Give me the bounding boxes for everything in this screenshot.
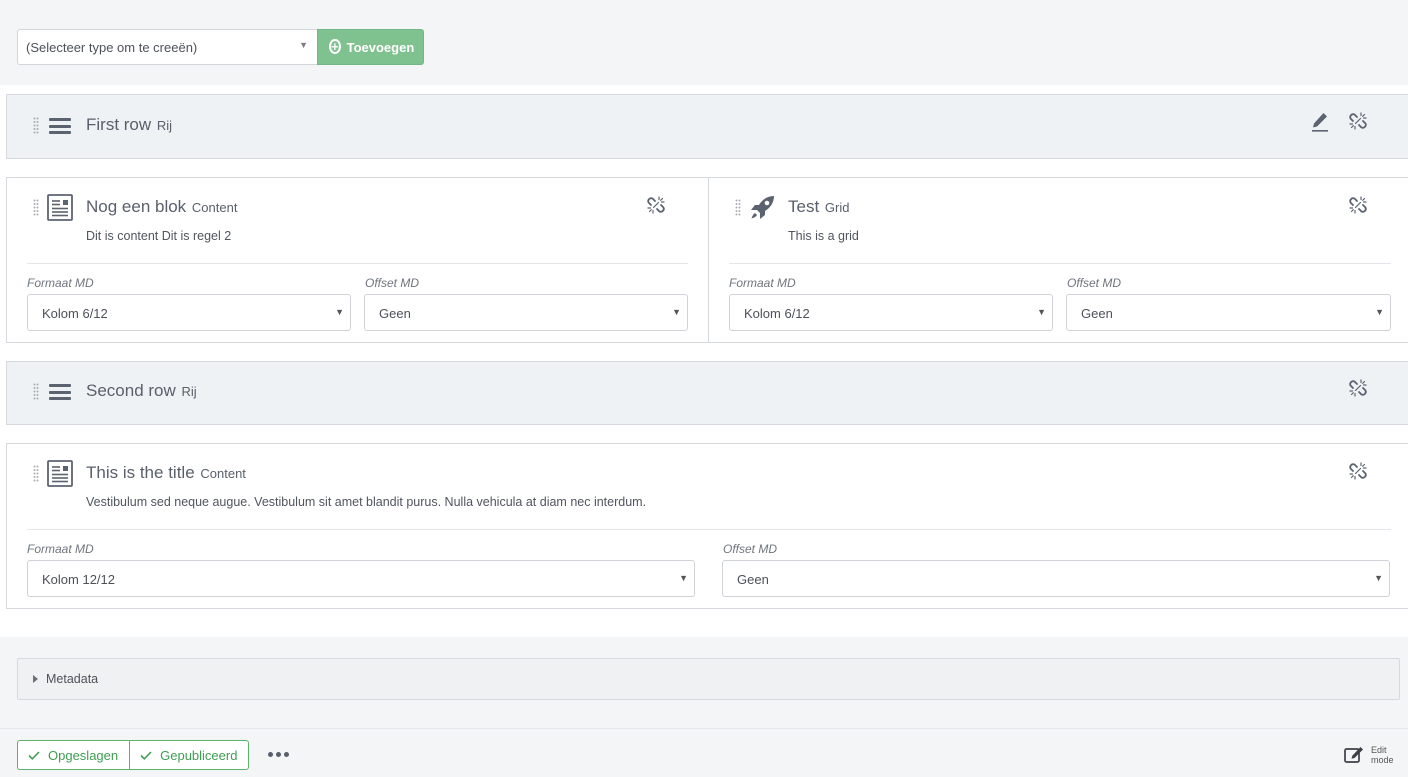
chevron-down-icon: ▼ <box>679 573 688 583</box>
chevron-down-icon: ▼ <box>335 307 344 317</box>
published-label: Gepubliceerd <box>160 747 238 763</box>
chevron-down-icon: ▼ <box>1037 307 1046 317</box>
add-button[interactable]: + Toevoegen <box>317 29 424 65</box>
edit-mode-icon <box>1344 747 1363 763</box>
plus-circle-icon: + <box>329 39 341 54</box>
block-title: Nog een blok Content <box>86 197 237 217</box>
drag-handle-icon[interactable] <box>33 383 39 401</box>
row-icon <box>49 118 71 134</box>
unlink-icon[interactable] <box>1348 195 1368 220</box>
edit-mode-button[interactable]: Edit mode <box>1344 744 1404 768</box>
offset-select[interactable]: Geen ▼ <box>364 294 688 331</box>
block-description: Vestibulum sed neque augue. Vestibulum s… <box>86 495 647 509</box>
drag-handle-icon[interactable] <box>735 199 741 217</box>
row-first[interactable]: First row Rij <box>6 94 1408 159</box>
published-button[interactable]: Gepubliceerd <box>129 740 250 770</box>
edit-mode-label: Edit mode <box>1371 745 1394 765</box>
format-label: Formaat MD <box>27 542 94 556</box>
add-button-label: Toevoegen <box>346 40 415 55</box>
pencil-icon[interactable] <box>1310 111 1330 138</box>
content-block-icon <box>47 460 73 492</box>
grid-block[interactable]: Test Grid This is a grid Formaat MD Kolo… <box>708 177 1408 343</box>
format-select[interactable]: Kolom 12/12 ▼ <box>27 560 695 597</box>
divider <box>27 263 688 264</box>
content-block[interactable]: This is the title Content Vestibulum sed… <box>6 443 1408 609</box>
unlink-icon[interactable] <box>646 195 666 220</box>
format-select[interactable]: Kolom 6/12 ▼ <box>729 294 1053 331</box>
block-type: Content <box>200 466 246 481</box>
row-title-text: First row <box>86 115 152 134</box>
top-toolbar: (Selecteer type om te creeën) ▼ + Toevoe… <box>0 0 1408 85</box>
offset-select-value: Geen <box>737 572 769 587</box>
divider <box>729 263 1391 264</box>
chevron-down-icon: ▼ <box>1374 573 1383 583</box>
chevron-down-icon: ▼ <box>672 307 681 317</box>
block-description: Dit is content Dit is regel 2 <box>86 229 232 243</box>
unlink-icon[interactable] <box>1348 111 1368 136</box>
drag-handle-icon[interactable] <box>33 465 39 483</box>
row-title-text: Second row <box>86 381 176 400</box>
metadata-label: Metadata <box>46 672 99 686</box>
block-type: Grid <box>824 200 850 215</box>
offset-label: Offset MD <box>723 542 778 556</box>
divider <box>0 728 1408 729</box>
row-second[interactable]: Second row Rij <box>6 361 1408 425</box>
more-options-icon[interactable] <box>268 752 289 757</box>
row-icon <box>49 384 71 400</box>
chevron-down-icon: ▼ <box>299 40 308 50</box>
format-select[interactable]: Kolom 6/12 ▼ <box>27 294 351 331</box>
row-title: First row Rij <box>86 115 172 135</box>
content-block-icon <box>47 194 73 226</box>
type-select[interactable]: (Selecteer type om te creeën) ▼ <box>17 29 318 65</box>
drag-handle-icon[interactable] <box>33 117 39 135</box>
saved-button[interactable]: Opgeslagen <box>17 740 130 770</box>
caret-right-icon <box>33 675 38 683</box>
row-type: Rij <box>181 384 197 399</box>
content-block[interactable]: Nog een blok Content Dit is content Dit … <box>6 177 709 343</box>
saved-label: Opgeslagen <box>48 747 119 763</box>
divider <box>27 529 1391 530</box>
row-title: Second row Rij <box>86 381 197 401</box>
format-label: Formaat MD <box>27 276 94 290</box>
offset-select[interactable]: Geen ▼ <box>1066 294 1391 331</box>
block-title-text: This is the title <box>86 463 195 482</box>
block-title: This is the title Content <box>86 463 246 483</box>
type-select-value: (Selecteer type om te creeën) <box>26 40 198 55</box>
check-icon <box>28 750 40 760</box>
offset-select[interactable]: Geen ▼ <box>722 560 1390 597</box>
offset-select-value: Geen <box>379 306 411 321</box>
offset-label: Offset MD <box>365 276 420 290</box>
metadata-section[interactable]: Metadata <box>17 658 1400 700</box>
block-description: This is a grid <box>788 229 859 243</box>
format-select-value: Kolom 12/12 <box>42 572 115 587</box>
edit-mode-line1: Edit <box>1371 745 1387 755</box>
offset-label: Offset MD <box>1067 276 1122 290</box>
format-label: Formaat MD <box>729 276 796 290</box>
block-title-text: Test <box>788 197 820 216</box>
row-type: Rij <box>156 118 173 133</box>
edit-mode-line2: mode <box>1371 755 1394 765</box>
format-select-value: Kolom 6/12 <box>744 306 810 321</box>
block-title: Test Grid <box>788 197 849 217</box>
block-title-text: Nog een blok <box>86 197 187 216</box>
status-group: Opgeslagen Gepubliceerd <box>17 740 250 770</box>
rocket-icon <box>749 194 776 226</box>
block-type: Content <box>191 200 238 215</box>
format-select-value: Kolom 6/12 <box>42 306 108 321</box>
chevron-down-icon: ▼ <box>1375 307 1384 317</box>
offset-select-value: Geen <box>1081 306 1113 321</box>
unlink-icon[interactable] <box>1348 378 1368 403</box>
unlink-icon[interactable] <box>1348 461 1368 486</box>
check-icon <box>140 750 152 760</box>
drag-handle-icon[interactable] <box>33 199 39 217</box>
